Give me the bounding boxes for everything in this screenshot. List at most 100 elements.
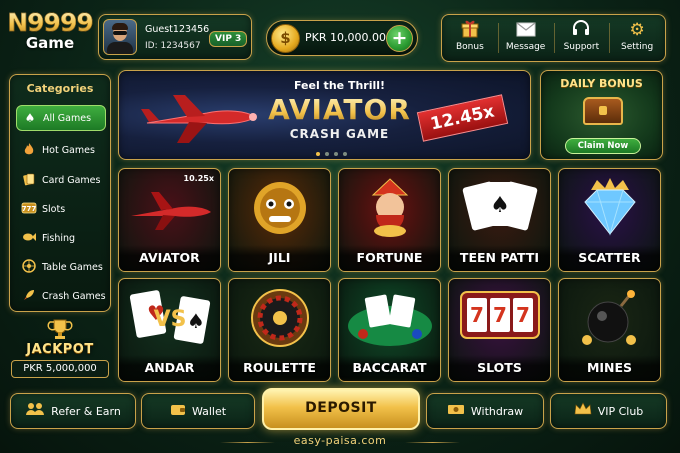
- crown-icon: [574, 402, 592, 420]
- hero-banner[interactable]: Feel the Thrill! AVIATOR CRASH GAME 12.4…: [118, 70, 531, 160]
- game-art: ♥ ♠ VS: [119, 279, 220, 357]
- game-tile-scatter[interactable]: SCATTER: [558, 168, 661, 272]
- user-id: ID: 1234567: [145, 41, 201, 51]
- game-art: [229, 279, 330, 357]
- game-tile-mines[interactable]: MINES: [558, 278, 661, 382]
- jackpot-panel: JACKPOT PKR 5,000,000: [9, 318, 111, 380]
- game-name: BACCARAT: [339, 355, 440, 381]
- sidebar-item-label: Crash Games: [42, 290, 106, 302]
- treasure-chest-icon: [583, 97, 623, 125]
- svg-text:7: 7: [493, 303, 507, 327]
- fish-icon: [16, 231, 42, 246]
- game-tile-roulette[interactable]: ROULETTE: [228, 278, 331, 382]
- daily-bonus-card[interactable]: DAILY BONUS Claim Now: [540, 70, 663, 160]
- svg-text:7: 7: [516, 303, 530, 327]
- nav-setting[interactable]: ⚙ Setting: [609, 15, 665, 61]
- game-name: JILI: [229, 245, 330, 271]
- balance-pill: $ PKR 10,000.00 +: [266, 20, 418, 56]
- game-tile-fortune[interactable]: FORTUNE: [338, 168, 441, 272]
- game-art: [339, 279, 440, 357]
- deposit-button[interactable]: DEPOSIT: [262, 388, 420, 430]
- game-name: SCATTER: [559, 245, 660, 271]
- rocket-icon: [16, 288, 42, 305]
- game-name: MINES: [559, 355, 660, 381]
- svg-text:♠: ♠: [187, 309, 205, 333]
- nav-bonus[interactable]: Bonus: [442, 15, 498, 61]
- vip-club-button[interactable]: VIP Club: [550, 393, 667, 429]
- nav-label: Support: [563, 42, 600, 52]
- footer-domain: easy-paisa.com: [293, 434, 387, 447]
- carousel-dot[interactable]: [334, 152, 338, 156]
- profile-card[interactable]: Guest123456 ID: 1234567 VIP 3: [98, 14, 252, 60]
- svg-text:VS: VS: [153, 307, 186, 332]
- game-tile-slots[interactable]: 7 7 7 SLOTS: [448, 278, 551, 382]
- envelope-icon: [498, 19, 554, 41]
- people-icon: [25, 402, 45, 420]
- sidebar-item-hot-games[interactable]: Hot Games: [16, 137, 106, 163]
- svg-text:♠: ♠: [490, 193, 510, 218]
- sidebar-item-table-games[interactable]: Table Games: [16, 254, 106, 280]
- sidebar-item-fishing[interactable]: Fishing: [16, 225, 106, 251]
- avatar[interactable]: [103, 19, 137, 55]
- nav-message[interactable]: Message: [497, 15, 554, 61]
- game-tile-aviator[interactable]: 10.25x AVIATOR: [118, 168, 221, 272]
- vip-club-label: VIP Club: [597, 404, 644, 418]
- carousel-dot[interactable]: [325, 152, 329, 156]
- game-tile-jili[interactable]: JILI: [228, 168, 331, 272]
- sidebar-item-card-games[interactable]: Card Games: [16, 167, 106, 193]
- carousel-dot[interactable]: [316, 152, 320, 156]
- nav-label: Setting: [621, 42, 654, 52]
- nav-label: Message: [505, 42, 546, 52]
- cards-icon: [16, 172, 42, 189]
- game-art: [229, 169, 330, 247]
- sidebar-title: Categories: [26, 82, 94, 95]
- sidebar-item-label: Card Games: [42, 174, 101, 186]
- withdraw-label: Withdraw: [470, 404, 524, 418]
- refer-earn-label: Refer & Earn: [51, 404, 121, 418]
- sidebar-item-label: Slots: [42, 203, 66, 215]
- headset-icon: [554, 19, 610, 41]
- category-sidebar: Categories ♠ All Games Hot Games Card Ga…: [9, 74, 111, 312]
- jackpot-value: PKR 5,000,000: [11, 360, 109, 378]
- game-name: ANDAR BAHAR: [119, 355, 220, 381]
- gift-icon: [442, 19, 498, 41]
- game-art: 777: [449, 279, 550, 357]
- flame-icon: [16, 142, 42, 159]
- game-tile-teen-patti[interactable]: ♠ TEEN PATTI: [448, 168, 551, 272]
- nav-support[interactable]: Support: [553, 15, 610, 61]
- wallet-icon: [170, 402, 186, 420]
- hero-kicker: Feel the Thrill!: [293, 79, 386, 92]
- withdraw-button[interactable]: Withdraw: [426, 393, 544, 429]
- game-multiplier-badge: 10.25x: [183, 174, 214, 183]
- game-art: ♠: [449, 169, 550, 247]
- vip-badge[interactable]: VIP 3: [209, 31, 248, 47]
- carousel-dots[interactable]: [316, 152, 347, 156]
- slot-icon: 777: [16, 202, 42, 217]
- game-tile-andar-bahar[interactable]: ♥♠VSANDAR BAHAR: [118, 278, 221, 382]
- cash-icon: [447, 402, 465, 420]
- roulette-icon: [16, 258, 42, 276]
- sidebar-item-all-games[interactable]: ♠ All Games: [16, 105, 106, 131]
- game-name: FORTUNE: [339, 245, 440, 271]
- game-tile-baccarat[interactable]: BACCARAT: [338, 278, 441, 382]
- daily-bonus-title: DAILY BONUS: [560, 77, 643, 90]
- app-logo: N9999 Game: [6, 8, 94, 66]
- wallet-label: Wallet: [191, 404, 227, 418]
- sidebar-item-crash-games[interactable]: Crash Games: [16, 283, 106, 309]
- refer-earn-button[interactable]: Refer & Earn: [10, 393, 136, 429]
- sidebar-item-label: All Games: [43, 112, 92, 124]
- jackpot-title: JACKPOT: [26, 342, 94, 357]
- coin-icon: $: [271, 24, 300, 53]
- trophy-icon: [47, 318, 73, 344]
- game-art: [339, 169, 440, 247]
- add-funds-button[interactable]: +: [386, 25, 413, 52]
- gear-icon: ⚙: [629, 20, 645, 40]
- claim-now-button[interactable]: Claim Now: [565, 138, 641, 154]
- sidebar-item-label: Table Games: [42, 261, 103, 273]
- wallet-button[interactable]: Wallet: [141, 393, 255, 429]
- carousel-dot[interactable]: [343, 152, 347, 156]
- svg-text:777: 777: [22, 205, 37, 213]
- svg-text:7: 7: [470, 303, 484, 327]
- nav-label: Bonus: [455, 42, 484, 52]
- sidebar-item-slots[interactable]: 777 Slots: [16, 196, 106, 222]
